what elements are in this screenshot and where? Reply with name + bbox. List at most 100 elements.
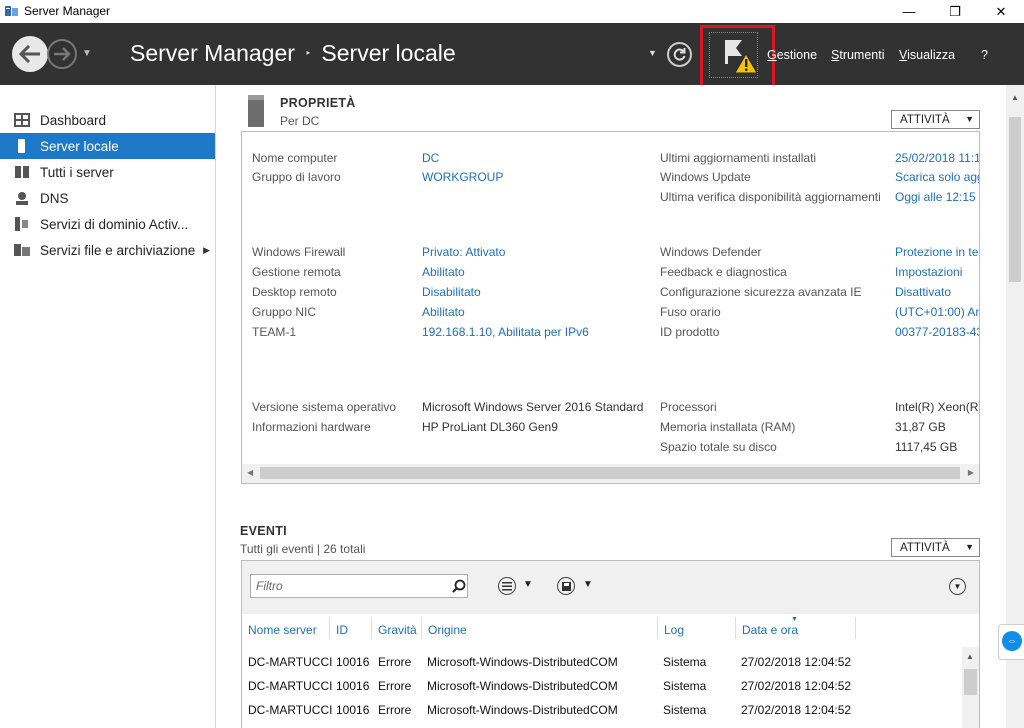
column-separator[interactable] (735, 617, 736, 639)
cell-gravita[interactable]: Errore (378, 703, 411, 717)
scroll-up-icon[interactable]: ▲ (966, 652, 974, 661)
scrollbar-thumb[interactable] (1009, 117, 1021, 282)
tasks-label: ATTIVITÀ (900, 113, 950, 126)
menu-help[interactable]: ? (981, 48, 988, 62)
prop-value-link[interactable]: Disattivato (895, 285, 951, 299)
properties-title: PROPRIETÀ (280, 96, 356, 110)
menu-gestione[interactable]: Gestione (767, 48, 817, 62)
minimize-button[interactable]: — (886, 0, 932, 23)
cell-id[interactable]: 10016 (336, 655, 369, 669)
cell-data-ora[interactable]: 27/02/2018 12:04:52 (741, 655, 851, 669)
prop-value-link[interactable]: Oggi alle 12:15 (895, 190, 976, 204)
prop-value-link[interactable]: WORKGROUP (422, 170, 503, 184)
cell-gravita[interactable]: Errore (378, 655, 411, 669)
cell-origine[interactable]: Microsoft-Windows-DistributedCOM (427, 655, 618, 669)
prop-value: Microsoft Windows Server 2016 Standard (422, 400, 644, 414)
prop-value-link[interactable]: Disabilitato (422, 285, 481, 299)
back-button[interactable] (12, 36, 48, 72)
close-button[interactable]: ✕ (978, 0, 1024, 23)
chevron-down-icon[interactable]: ▼ (523, 579, 533, 590)
column-header-data-e-ora[interactable]: Data e ora (742, 623, 798, 637)
cell-server[interactable]: DC-MARTUCCI (248, 703, 332, 717)
scrollbar-thumb[interactable] (964, 669, 977, 695)
prop-value-link[interactable]: 192.168.1.10, Abilitata per IPv6 (422, 325, 589, 339)
properties-section-icon (248, 95, 264, 127)
chevron-down-icon: ▼ (965, 114, 974, 124)
cell-log[interactable]: Sistema (663, 679, 706, 693)
events-tasks-button[interactable]: ATTIVITÀ ▼ (891, 538, 980, 557)
prop-value-link[interactable]: Privato: Attivato (422, 245, 505, 259)
cell-gravita[interactable]: Errore (378, 679, 411, 693)
filter-input[interactable]: Filtro (250, 574, 468, 598)
sidebar-item-tutti-i-server[interactable]: Tutti i server (0, 159, 215, 185)
prop-label: Gruppo NIC (252, 305, 317, 319)
column-separator[interactable] (855, 617, 856, 639)
sidebar-item-server-locale[interactable]: Server locale (0, 133, 215, 159)
prop-value-link[interactable]: Abilitato (422, 305, 465, 319)
scroll-left-icon[interactable]: ◀ (247, 468, 253, 477)
forward-button[interactable] (47, 39, 77, 69)
prop-value: 1117,45 GB (895, 440, 958, 454)
list-options-button[interactable] (498, 577, 516, 595)
maximize-button[interactable]: ❐ (932, 0, 978, 23)
prop-value-link[interactable]: Abilitato (422, 265, 465, 279)
prop-value-link[interactable]: Impostazioni (895, 265, 962, 279)
breadcrumb-root[interactable]: Server Manager (130, 40, 295, 67)
cell-log[interactable]: Sistema (663, 655, 706, 669)
scroll-up-icon[interactable]: ▲ (1011, 93, 1019, 102)
column-separator[interactable] (371, 617, 372, 639)
cell-origine[interactable]: Microsoft-Windows-DistributedCOM (427, 703, 618, 717)
cell-data-ora[interactable]: 27/02/2018 12:04:52 (741, 679, 851, 693)
prop-label: Ultimi aggiornamenti installati (660, 151, 817, 165)
save-query-button[interactable] (557, 577, 575, 595)
prop-value: Intel(R) Xeon(R) (895, 400, 979, 414)
column-header-log[interactable]: Log (664, 623, 684, 637)
servers-icon (15, 166, 29, 178)
cell-id[interactable]: 10016 (336, 679, 369, 693)
cell-id[interactable]: 10016 (336, 703, 369, 717)
submenu-arrow-icon[interactable]: ▶ (203, 245, 210, 256)
prop-value-link[interactable]: DC (422, 151, 439, 165)
sidebar-item-dashboard[interactable]: Dashboard (0, 107, 215, 133)
column-separator[interactable] (329, 617, 330, 639)
sidebar-item-label: Server locale (40, 138, 119, 154)
prop-value-link[interactable]: (UTC+01:00) Am (895, 305, 979, 319)
sidebar-item-servizi-file[interactable]: Servizi file e archiviazione ▶ (0, 237, 215, 263)
server-icon (18, 139, 25, 153)
refresh-icon (673, 48, 686, 61)
column-header-nome-server[interactable]: Nome server (248, 623, 317, 637)
teamviewer-tab[interactable]: ⇔ (998, 624, 1024, 660)
column-header-origine[interactable]: Origine (428, 623, 467, 637)
events-scrollbar[interactable]: ▲ (962, 647, 979, 728)
column-separator[interactable] (657, 617, 658, 639)
scroll-right-icon[interactable]: ▶ (968, 468, 974, 477)
properties-tasks-button[interactable]: ATTIVITÀ ▼ (891, 110, 980, 129)
column-header-id[interactable]: ID (336, 623, 348, 637)
refresh-button[interactable] (667, 42, 692, 67)
prop-value-link[interactable]: Protezione in te (895, 245, 978, 259)
events-title: EVENTI (240, 524, 287, 538)
prop-value-link[interactable]: 25/02/2018 11:1 (895, 151, 979, 165)
flag-warning-icon[interactable] (722, 36, 758, 76)
cell-data-ora[interactable]: 27/02/2018 12:04:52 (741, 703, 851, 717)
prop-value-link[interactable]: Scarica solo agg (895, 170, 979, 184)
menu-strumenti[interactable]: Strumenti (831, 48, 885, 62)
header-dropdown-icon[interactable]: ▼ (648, 48, 657, 58)
column-separator[interactable] (421, 617, 422, 639)
scrollbar-thumb[interactable] (260, 467, 960, 479)
prop-value-link[interactable]: 00377-20183-43 (895, 325, 979, 339)
sidebar-item-dns[interactable]: DNS (0, 185, 215, 211)
properties-right-column: Ultimi aggiornamenti installati 25/02/20… (660, 140, 979, 462)
expand-button[interactable]: ▼ (949, 578, 966, 595)
properties-horizontal-scrollbar[interactable]: ◀ ▶ (242, 464, 979, 483)
column-header-gravita[interactable]: Gravità (378, 623, 417, 637)
menu-visualizza[interactable]: Visualizza (899, 48, 955, 62)
history-dropdown-icon[interactable]: ▼ (82, 48, 92, 59)
chevron-down-icon[interactable]: ▼ (583, 579, 593, 590)
cell-server[interactable]: DC-MARTUCCI (248, 655, 332, 669)
cell-server[interactable]: DC-MARTUCCI (248, 679, 332, 693)
search-icon[interactable] (452, 579, 466, 593)
cell-log[interactable]: Sistema (663, 703, 706, 717)
cell-origine[interactable]: Microsoft-Windows-DistributedCOM (427, 679, 618, 693)
sidebar-item-servizi-dominio[interactable]: Servizi di dominio Activ... (0, 211, 215, 237)
